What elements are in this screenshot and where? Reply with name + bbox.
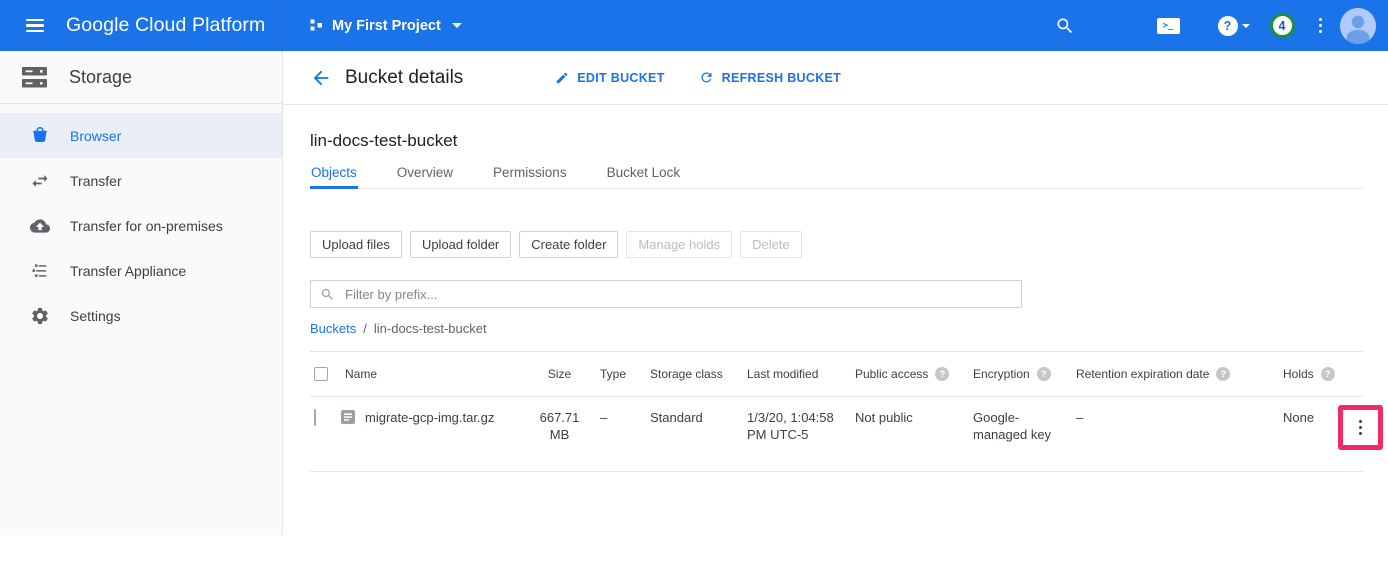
tab-bar: Objects Overview Permissions Bucket Lock bbox=[310, 161, 1363, 189]
bucket-icon bbox=[30, 126, 50, 146]
object-retention: – bbox=[1076, 409, 1283, 459]
sidebar-item-transfer[interactable]: Transfer bbox=[0, 158, 282, 203]
pencil-icon bbox=[555, 71, 569, 85]
help-icon[interactable]: ? bbox=[1321, 367, 1335, 381]
search-icon bbox=[320, 287, 335, 302]
object-type: – bbox=[582, 409, 650, 459]
object-encryption: Google-managed key bbox=[973, 409, 1076, 459]
gcp-logo[interactable]: Google Cloud Platform bbox=[66, 14, 265, 37]
column-header-holds: Holds ? bbox=[1283, 367, 1338, 381]
table-header-row: Name Size Type Storage class Last modifi… bbox=[310, 352, 1363, 397]
manage-holds-button: Manage holds bbox=[626, 231, 732, 258]
create-folder-button[interactable]: Create folder bbox=[519, 231, 618, 258]
overflow-menu-icon[interactable] bbox=[1319, 15, 1323, 36]
help-icon: ? bbox=[1218, 16, 1238, 36]
chevron-down-icon bbox=[452, 23, 462, 28]
page-title: Bucket details bbox=[345, 67, 463, 89]
annotation-highlight-box bbox=[1338, 405, 1383, 450]
gcp-console: Google Cloud Platform My First Project >… bbox=[0, 0, 1388, 579]
sidebar-item-browser[interactable]: Browser bbox=[0, 113, 282, 158]
table-row: migrate-gcp-img.tar.gz 667.71 MB – Stand… bbox=[310, 397, 1363, 472]
object-size: 667.71 MB bbox=[537, 409, 582, 459]
chevron-down-icon bbox=[1242, 24, 1250, 28]
cloud-shell-icon[interactable]: >_ bbox=[1157, 18, 1180, 34]
tab-objects[interactable]: Objects bbox=[310, 161, 358, 189]
notifications-badge[interactable]: 4 bbox=[1270, 13, 1295, 38]
sidebar-header: Storage bbox=[0, 51, 282, 104]
project-switcher[interactable]: My First Project bbox=[310, 18, 462, 34]
bucket-name-title: lin-docs-test-bucket bbox=[310, 131, 1363, 151]
project-icon bbox=[310, 19, 323, 32]
objects-table: Name Size Type Storage class Last modifi… bbox=[310, 351, 1363, 472]
column-header-last-modified: Last modified bbox=[747, 367, 855, 381]
row-overflow-menu-icon[interactable] bbox=[1359, 417, 1363, 438]
search-icon[interactable] bbox=[1055, 16, 1075, 36]
object-storage-class: Standard bbox=[650, 409, 747, 459]
sidebar-item-label: Browser bbox=[70, 128, 121, 144]
sidebar-item-transfer-on-premises[interactable]: Transfer for on-premises bbox=[0, 203, 282, 248]
gear-icon bbox=[30, 306, 50, 326]
project-name: My First Project bbox=[332, 18, 441, 34]
sidebar-item-label: Settings bbox=[70, 308, 121, 324]
column-header-size: Size bbox=[537, 367, 582, 381]
sidebar-item-label: Transfer for on-premises bbox=[70, 218, 223, 234]
sidebar-item-label: Transfer bbox=[70, 173, 122, 189]
file-icon bbox=[340, 409, 356, 425]
column-header-type: Type bbox=[582, 367, 650, 381]
filter-prefix-box bbox=[310, 280, 1022, 308]
tab-overview[interactable]: Overview bbox=[396, 161, 454, 189]
page-header: Bucket details EDIT BUCKET REFRESH BUCKE… bbox=[283, 51, 1388, 105]
object-public-access: Not public bbox=[855, 409, 973, 459]
upload-files-button[interactable]: Upload files bbox=[310, 231, 402, 258]
object-holds: None bbox=[1283, 409, 1338, 459]
upload-folder-button[interactable]: Upload folder bbox=[410, 231, 511, 258]
column-header-retention: Retention expiration date ? bbox=[1076, 367, 1283, 381]
refresh-icon bbox=[699, 70, 714, 85]
object-name-link[interactable]: migrate-gcp-img.tar.gz bbox=[365, 409, 494, 426]
main-content: Bucket details EDIT BUCKET REFRESH BUCKE… bbox=[283, 51, 1388, 535]
object-last-modified: 1/3/20, 1:04:58 PM UTC-5 bbox=[747, 409, 855, 459]
sidebar-item-transfer-appliance[interactable]: Transfer Appliance bbox=[0, 248, 282, 293]
storage-product-icon bbox=[21, 66, 48, 89]
back-arrow-icon[interactable] bbox=[310, 67, 332, 89]
breadcrumb: Buckets / lin-docs-test-bucket bbox=[310, 321, 1363, 336]
tab-permissions[interactable]: Permissions bbox=[492, 161, 568, 189]
refresh-bucket-button[interactable]: REFRESH BUCKET bbox=[699, 70, 841, 85]
appliance-list-icon bbox=[30, 261, 50, 281]
sidebar-nav: Browser Transfer Transfer for on-premise… bbox=[0, 104, 282, 338]
delete-button: Delete bbox=[740, 231, 802, 258]
column-header-encryption: Encryption ? bbox=[973, 367, 1076, 381]
hamburger-menu-icon[interactable] bbox=[26, 15, 44, 36]
help-icon[interactable]: ? bbox=[1216, 367, 1230, 381]
tab-bucket-lock[interactable]: Bucket Lock bbox=[606, 161, 682, 189]
column-header-name: Name bbox=[340, 367, 537, 381]
swap-arrows-icon bbox=[30, 171, 50, 191]
select-all-checkbox[interactable] bbox=[314, 367, 328, 381]
sidebar-item-label: Transfer Appliance bbox=[70, 263, 186, 279]
help-icon[interactable]: ? bbox=[935, 367, 949, 381]
filter-prefix-input[interactable] bbox=[343, 286, 1012, 303]
column-header-storage-class: Storage class bbox=[650, 367, 747, 381]
sidebar-title: Storage bbox=[69, 67, 132, 88]
sidebar-item-settings[interactable]: Settings bbox=[0, 293, 282, 338]
cloud-upload-icon bbox=[30, 216, 50, 236]
row-checkbox[interactable] bbox=[314, 409, 316, 426]
help-menu[interactable]: ? bbox=[1218, 16, 1250, 36]
topbar-icons: >_ ? 4 bbox=[1055, 8, 1377, 44]
help-icon[interactable]: ? bbox=[1037, 367, 1051, 381]
column-header-public-access: Public access ? bbox=[855, 367, 973, 381]
breadcrumb-current: lin-docs-test-bucket bbox=[374, 321, 487, 336]
breadcrumb-buckets-link[interactable]: Buckets bbox=[310, 321, 356, 336]
top-navigation-bar: Google Cloud Platform My First Project >… bbox=[0, 0, 1388, 51]
topbar-left: Google Cloud Platform bbox=[0, 0, 283, 51]
avatar[interactable] bbox=[1340, 8, 1376, 44]
edit-bucket-button[interactable]: EDIT BUCKET bbox=[555, 70, 664, 85]
object-toolbar: Upload files Upload folder Create folder… bbox=[310, 231, 1363, 258]
sidebar: Storage Browser Transfer bbox=[0, 51, 283, 535]
